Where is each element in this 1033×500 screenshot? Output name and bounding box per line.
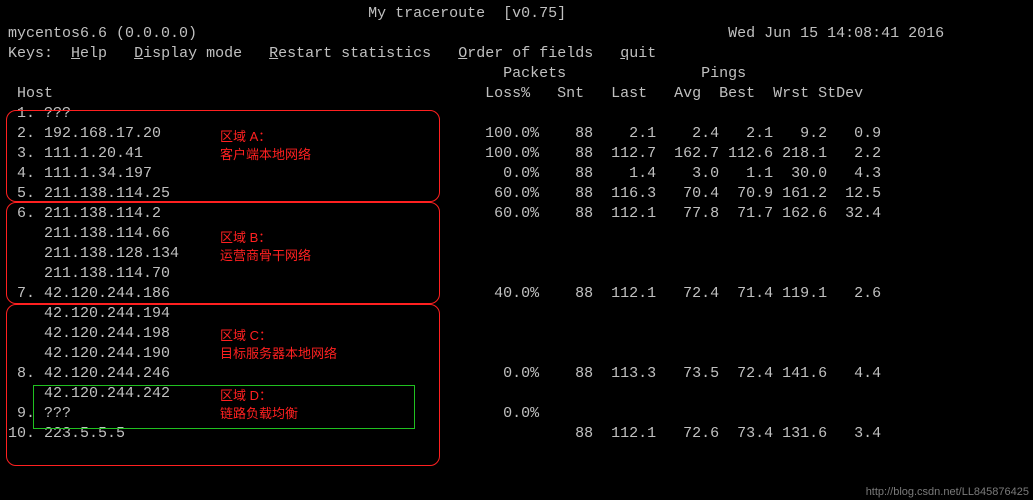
pings-header: Pings bbox=[701, 65, 746, 82]
watermark: http://blog.csdn.net/LL845876425 bbox=[866, 486, 1029, 498]
menu-restart[interactable]: Restart statistics bbox=[269, 45, 431, 62]
table-row: 42.120.244.190 bbox=[8, 344, 1025, 364]
table-row: 2. 192.168.17.20 100.0% 88 2.1 2.4 2.1 9… bbox=[8, 124, 1025, 144]
group-headers: Packets Pings bbox=[8, 64, 1025, 84]
table-row: 3. 111.1.20.41 100.0% 88 112.7 162.7 112… bbox=[8, 144, 1025, 164]
table-row: 8. 42.120.244.246 0.0% 88 113.3 73.5 72.… bbox=[8, 364, 1025, 384]
table-row: 42.120.244.198 bbox=[8, 324, 1025, 344]
cols-header: Loss% Snt Last Avg Best Wrst StDev bbox=[485, 85, 863, 102]
table-row: 6. 211.138.114.2 60.0% 88 112.1 77.8 71.… bbox=[8, 204, 1025, 224]
table-row: 10. 223.5.5.5 88 112.1 72.6 73.4 131.6 3… bbox=[8, 424, 1025, 444]
app-title: My traceroute [v0.75] bbox=[368, 5, 566, 22]
menu-quit[interactable]: quit bbox=[620, 45, 656, 62]
table-row: 9. ??? 0.0% bbox=[8, 404, 1025, 424]
column-headers: Host Loss% Snt Last Avg Best Wrst StDev bbox=[8, 84, 1025, 104]
table-row: 211.138.114.66 bbox=[8, 224, 1025, 244]
host-header: Host bbox=[17, 85, 53, 102]
table-row: 4. 111.1.34.197 0.0% 88 1.4 3.0 1.1 30.0… bbox=[8, 164, 1025, 184]
host-date-line: mycentos6.6 (0.0.0.0) Wed Jun 15 14:08:4… bbox=[8, 24, 1025, 44]
datetime: Wed Jun 15 14:08:41 2016 bbox=[728, 25, 944, 42]
table-row: 211.138.128.134 bbox=[8, 244, 1025, 264]
packets-header: Packets bbox=[503, 65, 566, 82]
menu-help[interactable]: Help bbox=[71, 45, 107, 62]
table-row: 42.120.244.242 bbox=[8, 384, 1025, 404]
menu-line: Keys: Help Display mode Restart statisti… bbox=[8, 44, 1025, 64]
table-row: 1. ??? bbox=[8, 104, 1025, 124]
table-row: 5. 211.138.114.25 60.0% 88 116.3 70.4 70… bbox=[8, 184, 1025, 204]
table-row: 7. 42.120.244.186 40.0% 88 112.1 72.4 71… bbox=[8, 284, 1025, 304]
table-row: 211.138.114.70 bbox=[8, 264, 1025, 284]
menu-display[interactable]: Display mode bbox=[134, 45, 242, 62]
menu-order[interactable]: Order of fields bbox=[458, 45, 593, 62]
hostname: mycentos6.6 (0.0.0.0) bbox=[8, 25, 197, 42]
title-line: My traceroute [v0.75] bbox=[8, 4, 1025, 24]
terminal: My traceroute [v0.75] mycentos6.6 (0.0.0… bbox=[0, 0, 1033, 448]
keys-label: Keys: bbox=[8, 45, 53, 62]
table-row: 42.120.244.194 bbox=[8, 304, 1025, 324]
